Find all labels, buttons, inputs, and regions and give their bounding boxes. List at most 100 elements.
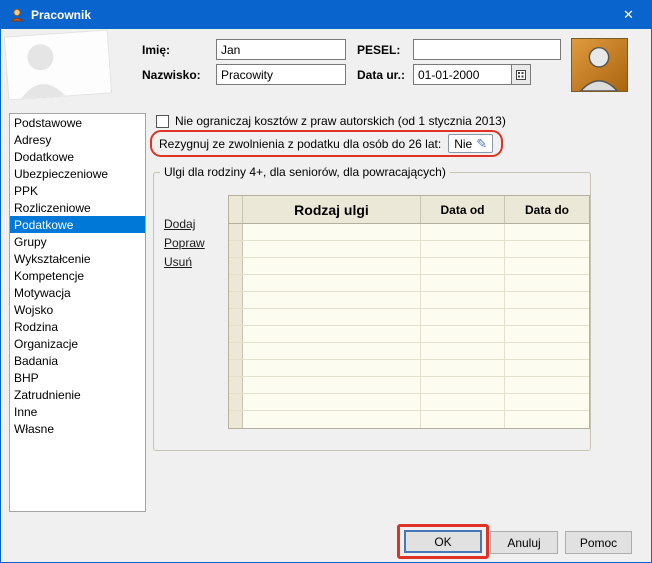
row-header-cell [229,292,243,308]
table-cell [243,411,421,428]
table-row[interactable] [229,224,589,241]
calendar-picker-icon[interactable] [512,64,531,85]
sidebar-item-zatrudnienie[interactable]: Zatrudnienie [10,386,145,403]
sidebar-item-wykszta-cenie[interactable]: Wykształcenie [10,250,145,267]
edit-pencil-icon: ✎ [476,137,487,150]
table-cell [421,258,505,274]
sidebar-item-rozliczeniowe[interactable]: Rozliczeniowe [10,199,145,216]
author-costs-checkbox[interactable] [156,115,169,128]
table-row[interactable] [229,343,589,360]
ulgi-groupbox-title: Ulgi dla rodziny 4+, dla seniorów, dla p… [160,165,450,179]
sidebar-item-wojsko[interactable]: Wojsko [10,301,145,318]
table-row[interactable] [229,258,589,275]
sidebar-item-kompetencje[interactable]: Kompetencje [10,267,145,284]
table-cell [421,343,505,359]
first-name-label: Imię: [142,43,170,57]
table-row[interactable] [229,275,589,292]
table-cell [243,394,421,410]
row-header-cell [229,241,243,257]
window-title: Pracownik [31,8,91,22]
table-cell [421,394,505,410]
table-cell [421,377,505,393]
sidebar-item-bhp[interactable]: BHP [10,369,145,386]
table-cell [505,360,589,376]
ulgi-table-header-row: Rodzaj ulgiData odData do [229,196,589,224]
table-cell [421,224,505,240]
row-header-cell [229,326,243,342]
row-header-cell [229,394,243,410]
employee-photo[interactable] [571,38,628,92]
pesel-label: PESEL: [357,43,400,57]
cancel-button[interactable]: Anuluj [490,531,558,554]
sidebar-item-ubezpieczeniowe[interactable]: Ubezpieczeniowe [10,165,145,182]
table-cell [243,377,421,393]
action-link-usu[interactable]: Usuń [164,255,205,269]
table-row[interactable] [229,377,589,394]
table-cell [421,309,505,325]
table-corner-cell [229,196,243,223]
birth-date-label: Data ur.: [357,68,405,82]
ulgi-groupbox: Ulgi dla rodziny 4+, dla seniorów, dla p… [153,172,591,451]
pesel-input[interactable] [413,39,561,60]
table-row[interactable] [229,309,589,326]
table-cell [505,411,589,428]
table-cell [421,241,505,257]
table-cell [421,411,505,428]
sidebar-item-adresy[interactable]: Adresy [10,131,145,148]
help-button[interactable]: Pomoc [565,531,632,554]
ok-button[interactable]: OK [404,530,482,553]
sidebar-item-w-asne[interactable]: Własne [10,420,145,437]
sidebar-item-organizacje[interactable]: Organizacje [10,335,145,352]
table-header-rodzaj-ulgi: Rodzaj ulgi [243,196,421,223]
table-cell [243,241,421,257]
sidebar-item-podstawowe[interactable]: Podstawowe [10,114,145,131]
row-header-cell [229,343,243,359]
table-row[interactable] [229,326,589,343]
table-cell [243,258,421,274]
table-row[interactable] [229,360,589,377]
sidebar-item-motywacja[interactable]: Motywacja [10,284,145,301]
action-link-dodaj[interactable]: Dodaj [164,217,205,231]
tax-exemption-value-field[interactable]: Nie ✎ [448,134,493,153]
birth-date-input[interactable] [413,64,512,85]
table-row[interactable] [229,292,589,309]
sidebar-item-ppk[interactable]: PPK [10,182,145,199]
table-row[interactable] [229,241,589,258]
table-row[interactable] [229,394,589,411]
table-cell [243,309,421,325]
sidebar-item-inne[interactable]: Inne [10,403,145,420]
row-header-cell [229,309,243,325]
table-cell [421,360,505,376]
table-row[interactable] [229,411,589,428]
ulgi-table: Rodzaj ulgiData odData do [228,195,590,429]
table-cell [505,275,589,291]
table-cell [505,343,589,359]
titlebar[interactable]: Pracownik ✕ [1,1,651,29]
pracownik-dialog: Pracownik ✕ Imię: PESEL: Nazwisko: Data … [0,0,652,563]
table-cell [505,258,589,274]
sidebar-list: PodstawoweAdresyDodatkoweUbezpieczeniowe… [9,113,146,512]
row-header-cell [229,224,243,240]
action-link-popraw[interactable]: Popraw [164,236,205,250]
sidebar-item-dodatkowe[interactable]: Dodatkowe [10,148,145,165]
sidebar-item-rodzina[interactable]: Rodzina [10,318,145,335]
table-cell [243,343,421,359]
row-header-cell [229,411,243,428]
table-cell [243,292,421,308]
table-header-data-od: Data od [421,196,505,223]
annotation-ok-highlight: OK [397,524,489,559]
last-name-label: Nazwisko: [142,68,201,82]
table-cell [243,360,421,376]
first-name-input[interactable] [216,39,346,60]
last-name-input[interactable] [216,64,346,85]
sidebar-item-badania[interactable]: Badania [10,352,145,369]
row-header-cell [229,258,243,274]
sidebar-item-podatkowe[interactable]: Podatkowe [10,216,145,233]
table-cell [505,224,589,240]
sidebar-item-grupy[interactable]: Grupy [10,233,145,250]
close-icon[interactable]: ✕ [606,1,651,29]
tax-exemption-label: Rezygnuj ze zwolnienia z podatku dla osó… [159,137,441,151]
birth-date-field [413,64,531,85]
row-header-cell [229,360,243,376]
table-cell [243,275,421,291]
